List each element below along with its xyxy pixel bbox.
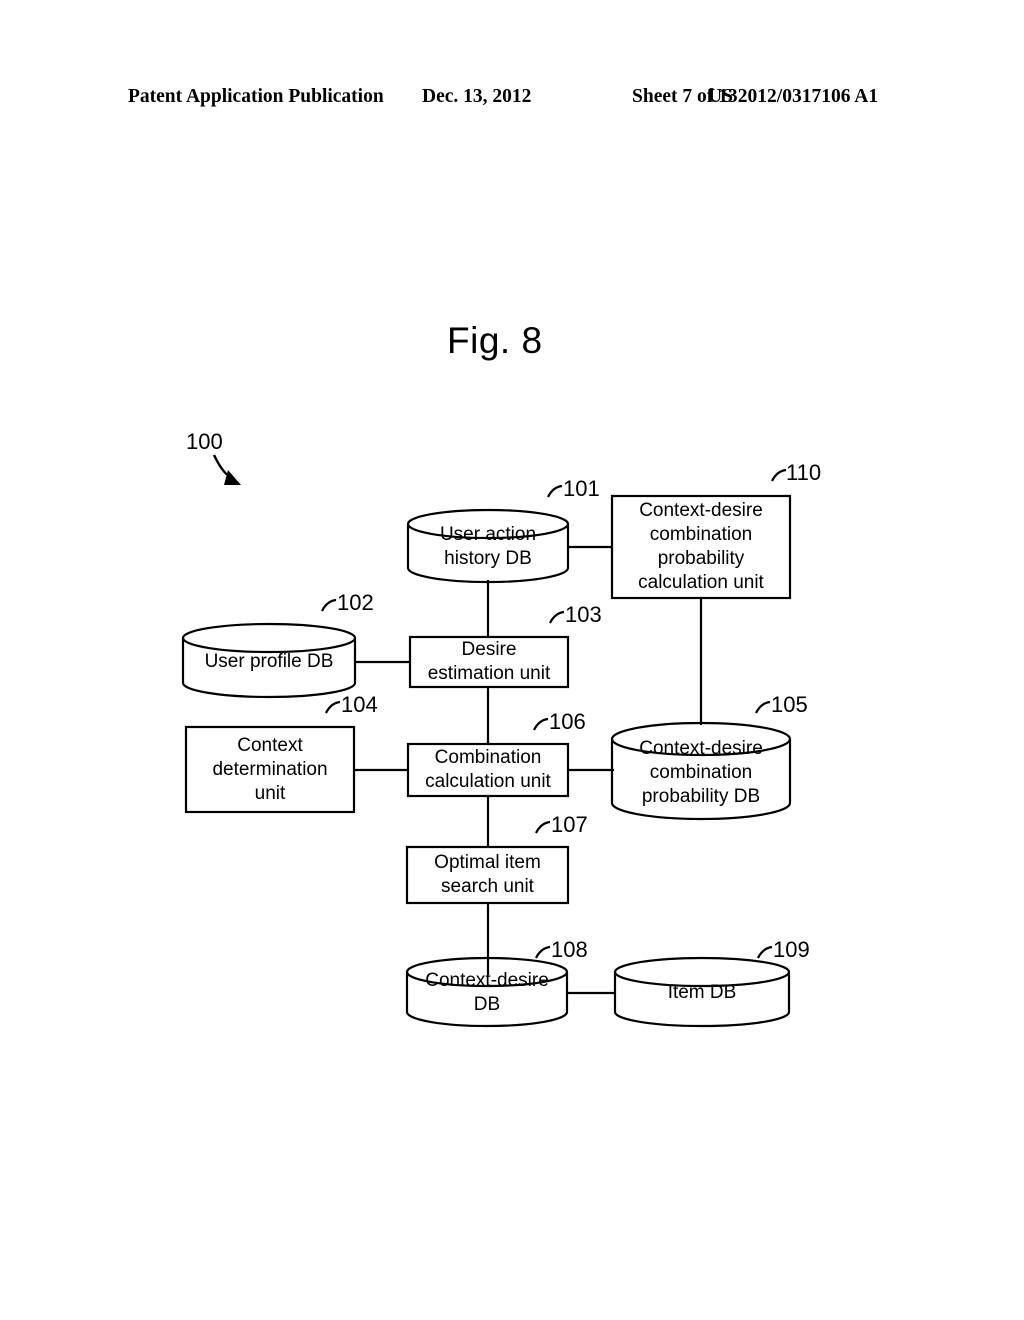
node-107-shape [405, 845, 570, 905]
leader-102 [321, 598, 337, 612]
reference-number-109: 109 [773, 937, 810, 962]
node-110-shape [610, 494, 792, 600]
system-reference-number: 100 [186, 429, 223, 454]
node-106-shape [406, 742, 570, 798]
leader-109 [757, 945, 773, 959]
node-103-shape [408, 635, 570, 689]
node-109-shape [613, 956, 791, 1028]
node-104-shape [184, 725, 356, 814]
node-101-shape [406, 508, 570, 584]
leader-101 [547, 484, 563, 498]
leader-104 [325, 700, 341, 714]
block-diagram: 100 User action history DB Context-desir… [0, 0, 1024, 1320]
leader-103 [549, 610, 565, 624]
leader-110 [771, 468, 787, 482]
leader-107 [535, 820, 551, 834]
leader-105 [755, 700, 771, 714]
reference-number-101: 101 [563, 476, 600, 501]
leader-106 [533, 717, 549, 731]
reference-number-102: 102 [337, 590, 374, 615]
leader-108 [535, 945, 551, 959]
reference-number-110: 110 [786, 460, 822, 485]
reference-number-108: 108 [551, 937, 588, 962]
reference-number-104: 104 [341, 692, 378, 717]
node-105-shape [610, 721, 792, 821]
reference-number-103: 103 [565, 602, 602, 627]
reference-number-105: 105 [771, 692, 808, 717]
reference-number-106: 106 [549, 709, 586, 734]
node-102-shape [181, 622, 357, 699]
diagram-vector-layer [181, 454, 792, 1028]
leader-100-arrowhead [224, 470, 241, 485]
reference-number-107: 107 [551, 812, 588, 837]
